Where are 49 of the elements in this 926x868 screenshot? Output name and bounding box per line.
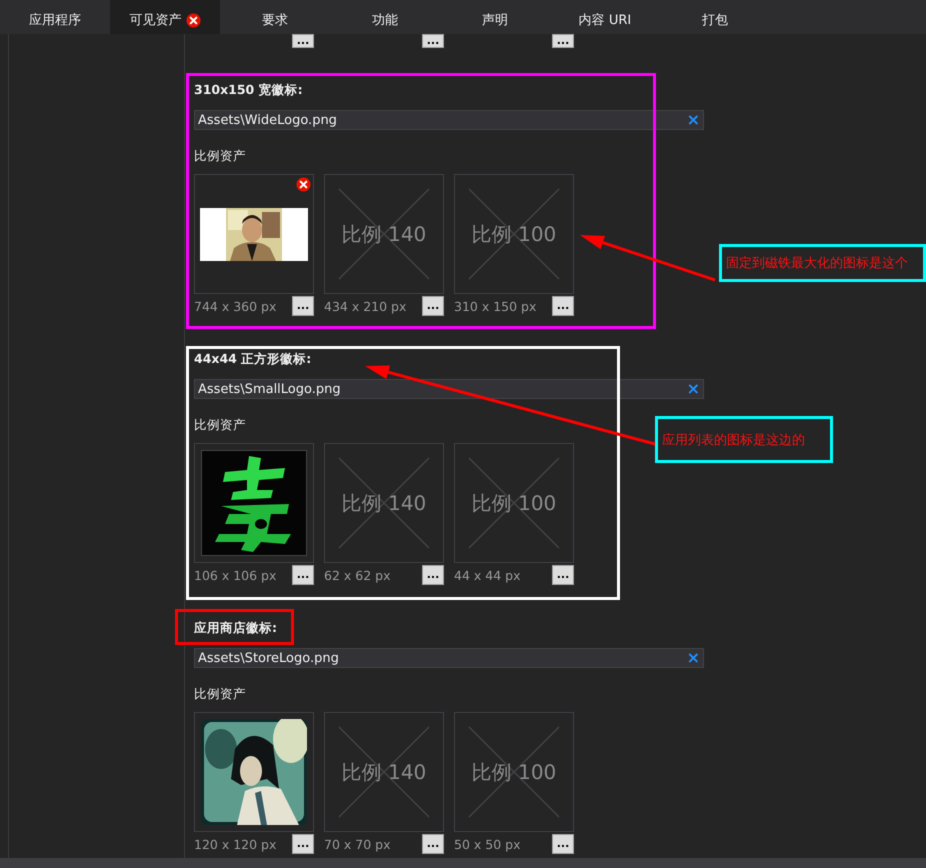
tab[interactable]: 内容 URI bbox=[550, 0, 660, 34]
placeholder-text: 比例 100 bbox=[472, 490, 556, 516]
scaled-assets-label: 比例资产 bbox=[194, 417, 247, 433]
placeholder-text: 比例 140 bbox=[342, 220, 426, 248]
browse-button[interactable]: ... bbox=[292, 834, 314, 854]
tab[interactable]: 打包 bbox=[660, 0, 770, 34]
browse-button[interactable]: ... bbox=[292, 565, 314, 585]
placeholder-text: 比例 100 bbox=[472, 220, 556, 248]
browse-button[interactable]: ... bbox=[422, 34, 444, 48]
size-label: 434 x 210 px bbox=[324, 299, 406, 316]
size-label: 62 x 62 px bbox=[324, 568, 390, 585]
section-title: 310x150 宽徽标: bbox=[194, 82, 304, 98]
browse-button[interactable]: ... bbox=[422, 565, 444, 585]
annotation-callout: 固定到磁铁最大化的图标是这个 bbox=[719, 244, 926, 282]
scaled-assets-label: 比例资产 bbox=[194, 148, 247, 164]
path-field[interactable]: Assets\SmallLogo.png × bbox=[194, 379, 704, 399]
section-title: 应用商店徽标: bbox=[194, 620, 278, 636]
path-field[interactable]: Assets\WideLogo.png × bbox=[194, 110, 704, 130]
clear-button[interactable]: × bbox=[686, 112, 700, 128]
clear-button[interactable]: × bbox=[686, 650, 700, 666]
horizontal-scrollbar[interactable] bbox=[0, 858, 926, 868]
annotation-callout: 应用列表的图标是这边的 bbox=[655, 416, 833, 463]
browse-button[interactable]: ... bbox=[292, 296, 314, 316]
browse-button[interactable]: ... bbox=[422, 296, 444, 316]
browse-button[interactable]: ... bbox=[552, 296, 574, 316]
browse-button[interactable]: ... bbox=[552, 565, 574, 585]
size-label: 744 x 360 px bbox=[194, 299, 276, 316]
clear-button[interactable]: × bbox=[686, 381, 700, 397]
browse-button[interactable]: ... bbox=[292, 34, 314, 48]
browse-button[interactable]: ... bbox=[552, 834, 574, 854]
tab[interactable]: 要求 bbox=[220, 0, 330, 34]
tab[interactable]: 应用程序 bbox=[0, 0, 110, 34]
placeholder-text: 比例 140 bbox=[342, 758, 426, 786]
size-label: 50 x 50 px bbox=[454, 837, 520, 854]
section-title: 44x44 正方形徽标: bbox=[194, 351, 312, 367]
placeholder-text: 比例 140 bbox=[342, 490, 426, 516]
tab[interactable]: 功能 bbox=[330, 0, 440, 34]
tab[interactable]: 声明 bbox=[440, 0, 550, 34]
size-label: 310 x 150 px bbox=[454, 299, 536, 316]
size-label: 106 x 106 px bbox=[194, 568, 276, 585]
browse-button[interactable]: ... bbox=[552, 34, 574, 48]
size-label: 70 x 70 px bbox=[324, 837, 390, 854]
placeholder-text: 比例 100 bbox=[472, 758, 556, 786]
size-label: 44 x 44 px bbox=[454, 568, 520, 585]
path-field[interactable]: Assets\StoreLogo.png × bbox=[194, 648, 704, 668]
tab[interactable]: 可见资产 bbox=[110, 0, 220, 34]
size-label: 120 x 120 px bbox=[194, 837, 276, 854]
browse-button[interactable]: ... bbox=[422, 834, 444, 854]
scaled-assets-label: 比例资产 bbox=[194, 686, 247, 702]
